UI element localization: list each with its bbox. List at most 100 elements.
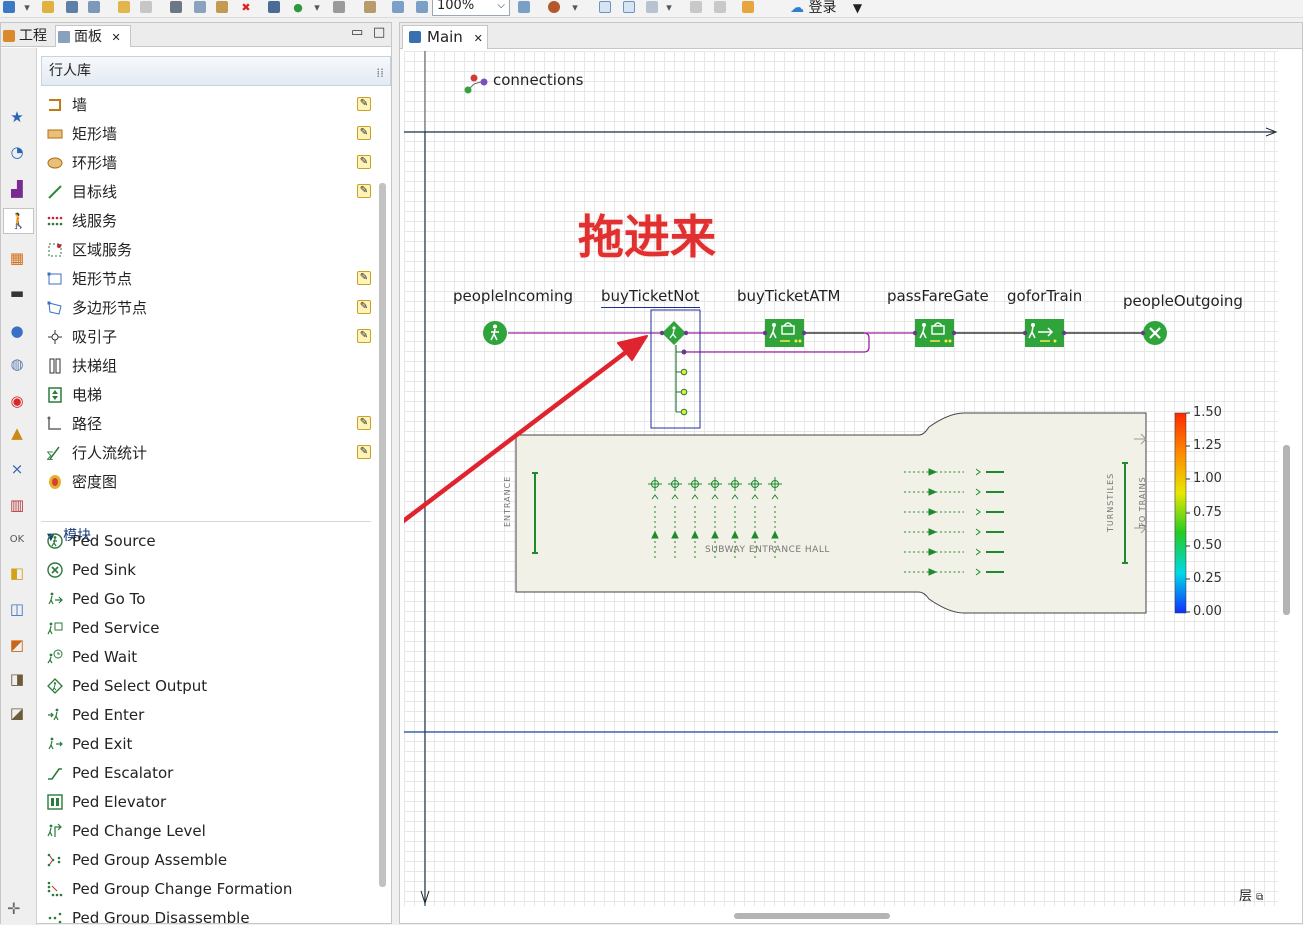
- palette-item-density-map[interactable]: 密度图: [47, 469, 377, 495]
- pencil-icon[interactable]: ✎: [357, 300, 371, 314]
- close-icon[interactable]: ✕: [111, 31, 120, 44]
- cut-icon[interactable]: [168, 0, 184, 14]
- grid-view-icon[interactable]: ⁞⁞: [376, 59, 384, 87]
- palette-item-target-line[interactable]: 目标线 ✎: [47, 179, 377, 205]
- module-ped-group-assemble[interactable]: Ped Group Assemble: [47, 847, 377, 873]
- stop-icon[interactable]: [332, 0, 346, 14]
- paste-icon[interactable]: [214, 0, 230, 14]
- distribute-icon[interactable]: [712, 0, 728, 14]
- my-library-icon[interactable]: ◪: [3, 700, 31, 726]
- canvas-horizontal-scrollbar[interactable]: [734, 913, 890, 919]
- pedestrian-library-icon[interactable]: 🚶: [3, 208, 34, 234]
- align-icon[interactable]: [644, 0, 660, 14]
- palette-item-service-area[interactable]: 区域服务: [47, 237, 377, 263]
- module-ped-sink[interactable]: Ped Sink: [47, 557, 377, 583]
- minimize-button[interactable]: ▭: [351, 25, 363, 40]
- block-people-outgoing-shape[interactable]: [1140, 321, 1167, 345]
- pencil-icon[interactable]: ✎: [357, 126, 371, 140]
- system-dynamics-icon[interactable]: ◫: [3, 596, 31, 622]
- palette-item-circular-wall[interactable]: 环形墙 ✎: [47, 150, 377, 176]
- palette-item-path[interactable]: 路径 ✎: [47, 411, 377, 437]
- module-ped-change-level[interactable]: Ped Change Level: [47, 818, 377, 844]
- module-ped-service[interactable]: Ped Service: [47, 615, 377, 641]
- login-button[interactable]: ☁ 登录 ▼: [790, 0, 862, 17]
- block-people-incoming-shape[interactable]: [483, 321, 507, 345]
- save-icon[interactable]: [64, 0, 80, 14]
- module-ped-enter[interactable]: Ped Enter: [47, 702, 377, 728]
- save-all-icon[interactable]: [86, 0, 102, 14]
- pencil-icon[interactable]: ✎: [357, 184, 371, 198]
- palette-item-attractor[interactable]: 吸引子 ✎: [47, 324, 377, 350]
- undo-icon[interactable]: [116, 0, 132, 14]
- pencil-icon[interactable]: ✎: [357, 155, 371, 169]
- palette-item-rect-node[interactable]: 矩形节点 ✎: [47, 266, 377, 292]
- palette-item-elevator[interactable]: 电梯: [47, 382, 377, 408]
- module-ped-group-disassemble[interactable]: Ped Group Disassemble: [47, 905, 377, 923]
- maximize-button[interactable]: □: [373, 25, 385, 40]
- block-people-outgoing-label[interactable]: peopleOutgoing: [1123, 292, 1243, 310]
- module-ped-group-change-formation[interactable]: Ped Group Change Formation: [47, 876, 377, 902]
- delete-icon[interactable]: ✖: [238, 0, 254, 14]
- new-model-icon[interactable]: [2, 0, 16, 14]
- graphical-editor-canvas[interactable]: connections 拖进来 peopleIncoming buyTicket…: [404, 51, 1278, 906]
- redo-icon[interactable]: [138, 0, 154, 14]
- zoom-out-icon[interactable]: [414, 0, 430, 14]
- block-gofor-train-label[interactable]: goforTrain: [1007, 287, 1082, 305]
- pencil-icon[interactable]: ✎: [357, 329, 371, 343]
- pictures-icon[interactable]: ◩: [3, 632, 31, 658]
- tab-project[interactable]: 工程: [1, 25, 53, 47]
- block-buy-ticket-atm-label[interactable]: buyTicketATM: [737, 287, 840, 305]
- add-library-icon[interactable]: ✛: [7, 899, 20, 918]
- palette-item-service-with-lines[interactable]: 线服务: [47, 208, 377, 234]
- block-pass-fare-gate-label[interactable]: passFareGate: [887, 287, 989, 305]
- block-buy-ticket-not-label[interactable]: buyTicketNot: [601, 287, 700, 308]
- run-dropdown-icon[interactable]: ▾: [312, 0, 322, 14]
- pencil-icon[interactable]: ✎: [357, 97, 371, 111]
- grid-toggle-icon[interactable]: [596, 0, 614, 14]
- tab-main[interactable]: Main ✕: [402, 25, 488, 49]
- palette-header[interactable]: 行人库 ⁞⁞: [41, 56, 391, 86]
- style-icon[interactable]: [740, 0, 756, 14]
- controls-icon[interactable]: OK: [3, 526, 31, 552]
- palette-item-flow-statistics[interactable]: ∑ 行人流统计 ✎: [47, 440, 377, 466]
- palette-item-wall[interactable]: 墙 ✎: [47, 92, 377, 118]
- arrange-icon[interactable]: [688, 0, 704, 14]
- presentation-icon[interactable]: ▲: [3, 420, 31, 446]
- statechart-icon[interactable]: ◉: [3, 388, 31, 414]
- palette-item-escalator-group[interactable]: 扶梯组: [47, 353, 377, 379]
- run-icon[interactable]: ●: [290, 0, 306, 14]
- process-library-icon[interactable]: ◔: [3, 139, 31, 165]
- open-icon[interactable]: [40, 0, 56, 14]
- road-traffic-icon[interactable]: ▬: [3, 280, 31, 306]
- layers-button[interactable]: 层 ⧉: [1239, 885, 1263, 904]
- pencil-icon[interactable]: ✎: [357, 271, 371, 285]
- module-ped-escalator[interactable]: Ped Escalator: [47, 760, 377, 786]
- module-ped-wait[interactable]: Ped Wait: [47, 644, 377, 670]
- agent-library-icon[interactable]: ◍: [3, 351, 31, 377]
- connectivity-icon[interactable]: ◧: [3, 560, 31, 586]
- align-dropdown-icon[interactable]: ▾: [664, 0, 674, 14]
- block-buy-ticket-not-shape[interactable]: [659, 321, 689, 416]
- close-icon[interactable]: ✕: [474, 32, 483, 45]
- copy-icon[interactable]: [192, 0, 208, 14]
- fluid-library-icon[interactable]: ●: [3, 318, 31, 344]
- block-people-incoming-label[interactable]: peopleIncoming: [453, 287, 573, 305]
- canvas-vertical-scrollbar[interactable]: [1283, 445, 1290, 615]
- module-ped-go-to[interactable]: Ped Go To: [47, 586, 377, 612]
- three-d-objects-icon[interactable]: ◨: [3, 666, 31, 692]
- build-icon[interactable]: [266, 0, 282, 14]
- zoom-fit-icon[interactable]: [390, 0, 406, 14]
- pencil-icon[interactable]: ✎: [357, 445, 371, 459]
- agent-dropdown-icon[interactable]: ▾: [570, 0, 580, 14]
- module-ped-elevator[interactable]: Ped Elevator: [47, 789, 377, 815]
- floor-plan[interactable]: [515, 412, 1147, 614]
- palette-item-rect-wall[interactable]: 矩形墙 ✎: [47, 121, 377, 147]
- zoom-in-icon[interactable]: [516, 0, 532, 14]
- pin-icon[interactable]: [362, 0, 378, 14]
- rail-library-icon[interactable]: ▦: [3, 245, 31, 271]
- module-ped-select-output[interactable]: Ped Select Output: [47, 673, 377, 699]
- palette-item-polygon-node[interactable]: 多边形节点 ✎: [47, 295, 377, 321]
- tab-palette[interactable]: 面板 ✕: [55, 25, 131, 47]
- connections-icon[interactable]: [464, 74, 488, 94]
- favorites-star-icon[interactable]: ★: [3, 104, 31, 130]
